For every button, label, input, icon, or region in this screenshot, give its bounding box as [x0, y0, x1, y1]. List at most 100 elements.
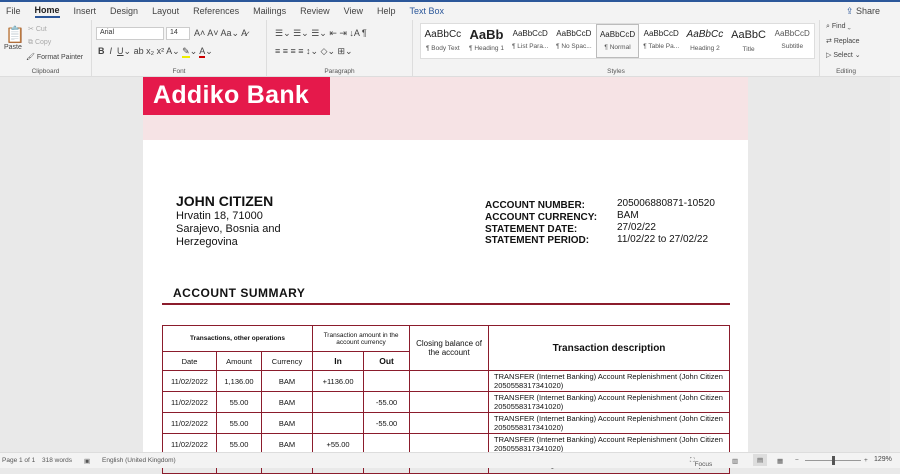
- read-mode-icon[interactable]: ▥: [732, 457, 738, 465]
- header-amount: Transaction amount in the account curren…: [312, 325, 411, 352]
- style-heading-1[interactable]: AaBb ¶ Heading 1: [465, 24, 509, 58]
- focus-button[interactable]: ⛶ Focus: [690, 457, 712, 468]
- style-preview: AaBbCcD: [774, 29, 810, 38]
- find-button[interactable]: ⌕ Find ⌄: [826, 23, 851, 31]
- style-name: Title: [742, 46, 755, 53]
- zoom-in-button[interactable]: +: [864, 457, 868, 464]
- style-name: ¶ Body Text: [425, 45, 460, 52]
- cell-close: [409, 412, 490, 434]
- format-painter-button[interactable]: 🖌 Format Painter: [26, 53, 83, 61]
- style-list-paragraph[interactable]: AaBbCcD ¶ List Para...: [508, 24, 552, 58]
- cell-in: +1136.00: [312, 370, 365, 392]
- vertical-scrollbar[interactable]: [890, 77, 900, 452]
- zoom-slider-thumb[interactable]: [832, 456, 835, 465]
- ribbon-tabs: File Home Insert Design Layout Reference…: [0, 0, 900, 20]
- styles-label: Styles: [607, 68, 625, 75]
- style-body-text[interactable]: AaBbCc ¶ Body Text: [421, 24, 465, 58]
- paste-button[interactable]: Paste: [4, 44, 22, 51]
- font-group: Arial 14 A˄ A˅ Aa⌄ A̷ B I U⌄ ab x₂ x² A⌄…: [92, 20, 267, 77]
- cell-in: [312, 391, 365, 413]
- proofing-icon[interactable]: ▣: [84, 457, 90, 465]
- field-value: BAM: [617, 210, 639, 221]
- select-button[interactable]: ▷ Select ⌄: [826, 51, 861, 59]
- tab-mailings[interactable]: Mailings: [253, 6, 286, 16]
- cell-currency: BAM: [260, 370, 314, 392]
- cell-amount: 55.00: [216, 412, 262, 434]
- style-preview: AaBbCcD: [599, 30, 636, 39]
- style-normal[interactable]: AaBbCcD ¶ Normal: [595, 24, 640, 58]
- cell-out: -55.00: [363, 412, 411, 434]
- style-name: Heading 2: [690, 45, 720, 52]
- tab-insert[interactable]: Insert: [74, 6, 97, 16]
- style-no-spacing[interactable]: AaBbCcD ¶ No Spac...: [552, 24, 596, 58]
- focus-label: Focus: [694, 461, 713, 468]
- bank-logo: Addiko Bank: [143, 77, 330, 115]
- cut-button[interactable]: ✂ Cut: [28, 25, 47, 33]
- tab-help[interactable]: Help: [377, 6, 396, 16]
- copy-button[interactable]: ⧉ Copy: [28, 39, 51, 47]
- table-row: 11/02/2022 55.00 BAM -55.00 TRANSFER (Intern…: [162, 391, 730, 413]
- style-heading-2[interactable]: AaBbCc Heading 2: [683, 24, 727, 58]
- font-size-buttons[interactable]: A˄ A˅ Aa⌄ A̷: [194, 28, 247, 39]
- find-label: Find: [831, 23, 846, 30]
- header-date: Date: [162, 351, 217, 371]
- share-button[interactable]: ⇪ Share: [846, 6, 894, 17]
- clipboard-group: 📋 Paste ✂ Cut ⧉ Copy 🖌 Format Painter Cl…: [0, 20, 92, 77]
- customer-name: JOHN CITIZEN: [176, 193, 274, 209]
- field-label: ACCOUNT NUMBER:: [485, 200, 585, 211]
- zoom-out-button[interactable]: −: [795, 457, 799, 464]
- tab-home[interactable]: Home: [34, 5, 60, 18]
- style-preview: AaBbCc: [686, 29, 724, 40]
- format-painter-label: Format Painter: [36, 54, 84, 61]
- style-name: ¶ List Para...: [511, 43, 549, 50]
- copy-label: Copy: [34, 39, 52, 46]
- cell-close: [409, 370, 490, 392]
- font-size-select[interactable]: 14: [166, 27, 190, 40]
- style-preview: AaBbCcD: [556, 29, 592, 38]
- style-title[interactable]: AaBbC Title: [727, 24, 771, 58]
- language[interactable]: English (United Kingdom): [102, 457, 176, 464]
- style-table-paragraph[interactable]: AaBbCcD ¶ Table Pa...: [639, 24, 683, 58]
- style-name: ¶ Heading 1: [469, 45, 504, 52]
- font-name-select[interactable]: Arial: [96, 27, 164, 40]
- address-line: Sarajevo, Bosnia and: [176, 223, 281, 235]
- cell-amount: 1,136.00: [216, 370, 262, 392]
- cell-out: [363, 370, 411, 392]
- tab-references[interactable]: References: [193, 6, 239, 16]
- paragraph-group: ☰⌄ ☰⌄ ☰⌄ ⇤ ⇥ ↓A ¶ ≡ ≡ ≡ ≡ ↕⌄ ◇⌄ ⊞⌄ Parag…: [267, 20, 413, 77]
- word-count[interactable]: 318 words: [42, 457, 72, 464]
- document-page[interactable]: Addiko Bank JOHN CITIZEN Hrvatin 18, 710…: [143, 77, 748, 474]
- cell-date: 11/02/2022: [162, 412, 217, 434]
- header-amount-col: Amount: [216, 351, 262, 371]
- header-out: Out: [363, 351, 411, 371]
- clipboard-label: Clipboard: [31, 68, 60, 75]
- web-layout-icon[interactable]: ▦: [777, 457, 783, 465]
- tab-review[interactable]: Review: [300, 6, 330, 16]
- tab-file[interactable]: File: [6, 6, 21, 16]
- paste-icon: 📋: [5, 27, 25, 44]
- style-name: ¶ No Spac...: [556, 43, 592, 50]
- tab-text-box[interactable]: Text Box: [410, 6, 445, 16]
- field-label: STATEMENT DATE:: [485, 224, 578, 235]
- summary-title: ACCOUNT SUMMARY: [173, 286, 306, 300]
- tab-design[interactable]: Design: [110, 6, 138, 16]
- zoom-level[interactable]: 129%: [874, 456, 892, 463]
- editing-group: ⌕ Find ⌄ ⇄ Replace ▷ Select ⌄ Editing: [820, 20, 872, 77]
- format-buttons[interactable]: B I U⌄ ab x₂ x² A⌄ ✎⌄ A⌄: [98, 46, 213, 58]
- cell-close: [409, 391, 490, 413]
- tab-layout[interactable]: Layout: [152, 6, 179, 16]
- styles-gallery: AaBbCc ¶ Body Text AaBb ¶ Heading 1 AaBbCc…: [420, 23, 815, 59]
- style-name: ¶ Normal: [604, 44, 631, 51]
- print-layout-icon[interactable]: ▤: [753, 454, 768, 466]
- field-value: 27/02/22: [617, 222, 656, 233]
- style-subtitle[interactable]: AaBbCcD Subtitle: [770, 24, 814, 58]
- cell-desc: TRANSFER (Internet Banking) Account Repl…: [488, 391, 730, 413]
- page-count[interactable]: Page 1 of 1: [2, 457, 35, 464]
- font-label: Font: [172, 68, 186, 75]
- tab-view[interactable]: View: [344, 6, 363, 16]
- list-buttons[interactable]: ☰⌄ ☰⌄ ☰⌄ ⇤ ⇥ ↓A ¶: [275, 28, 367, 39]
- align-buttons[interactable]: ≡ ≡ ≡ ≡ ↕⌄ ◇⌄ ⊞⌄: [275, 46, 353, 57]
- style-preview: AaBbCcD: [643, 29, 679, 38]
- style-preview: AaBbC: [731, 29, 766, 41]
- replace-button[interactable]: ⇄ Replace: [826, 37, 860, 45]
